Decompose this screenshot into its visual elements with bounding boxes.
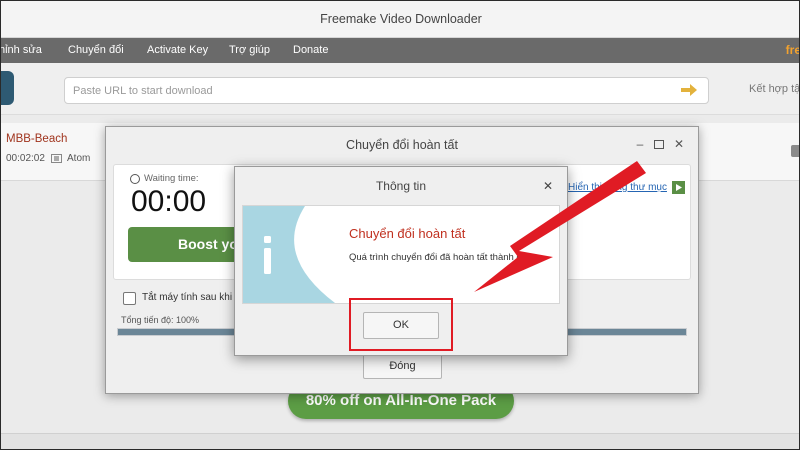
paste-url-button[interactable] <box>1 71 14 105</box>
film-icon <box>51 154 62 163</box>
highlight-box <box>349 298 453 351</box>
menu-item-activate-key[interactable]: Activate Key <box>147 38 208 63</box>
play-icon[interactable] <box>672 181 685 194</box>
item-duration: 00:02:02 <box>6 153 45 164</box>
close-button[interactable]: Đóng <box>363 353 442 379</box>
item-title: MBB-Beach <box>6 133 68 145</box>
maximize-icon[interactable] <box>654 140 664 149</box>
format-icon[interactable] <box>791 145 799 157</box>
waiting-time-value: 00:00 <box>131 185 207 218</box>
clock-icon <box>130 174 140 184</box>
url-box <box>64 77 709 104</box>
window-title: Freemake Video Downloader <box>1 1 799 38</box>
merge-files-label[interactable]: Kết hợp tậ <box>749 83 799 95</box>
brand-logo-fragment: fre <box>785 43 800 57</box>
arrow-right-icon[interactable] <box>680 83 698 97</box>
waiting-time-label: Waiting time: <box>144 173 199 184</box>
boost-button[interactable]: Boost yo <box>128 227 248 262</box>
shutdown-checkbox[interactable] <box>123 292 136 305</box>
show-in-folder-link[interactable]: Hiển thị trong thư mục <box>568 182 667 193</box>
menu-item-help[interactable]: Trợ giúp <box>229 38 270 63</box>
bottom-bar <box>1 433 799 449</box>
menu-item-convert[interactable]: Chuyển đổi <box>68 38 124 63</box>
minimize-icon[interactable]: – <box>634 138 646 150</box>
info-panel: Chuyển đổi hoàn tất Quá trình chuyển đổi… <box>242 205 560 304</box>
item-codec: Atom <box>67 153 91 164</box>
info-message: Quá trình chuyển đổi đã hoàn tất thành c… <box>349 252 540 263</box>
menu-bar: hỉnh sửa Chuyển đổi Activate Key Trợ giú… <box>1 38 800 63</box>
close-icon[interactable]: ✕ <box>673 138 685 150</box>
close-icon[interactable]: ✕ <box>541 179 555 193</box>
info-heading: Chuyển đổi hoàn tất <box>349 226 466 241</box>
menu-item-edit[interactable]: hỉnh sửa <box>1 38 42 63</box>
menu-item-donate[interactable]: Donate <box>293 38 328 63</box>
app-window: Freemake Video Downloader hỉnh sửa Chuyể… <box>0 0 800 450</box>
progress-label: Tổng tiến độ: 100% <box>121 315 200 325</box>
url-input[interactable] <box>73 81 663 100</box>
info-icon <box>243 206 341 303</box>
conversion-dialog-title: Chuyển đổi hoàn tất <box>346 138 458 152</box>
toolbar: Kết hợp tậ <box>1 63 799 115</box>
info-dialog-title: Thông tin <box>375 179 427 193</box>
